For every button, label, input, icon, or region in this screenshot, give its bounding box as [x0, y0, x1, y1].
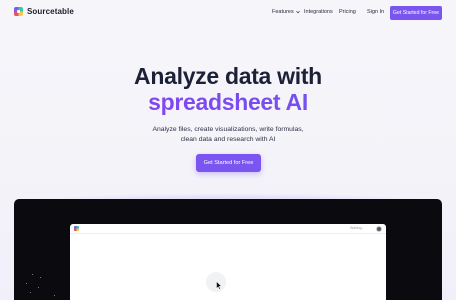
decor-dot	[26, 283, 27, 284]
nav-features[interactable]: Features	[272, 9, 300, 15]
app-toolbar: Waiting...	[70, 224, 386, 234]
site-header: Sourcetable Features Integrations Pricin…	[0, 0, 456, 27]
nav-pricing[interactable]: Pricing	[339, 9, 356, 15]
demo-preview: Waiting...	[14, 199, 442, 300]
hero-subtitle-line2: clean data and research with AI	[180, 136, 276, 143]
hero-subtitle-line1: Analyze files, create visualizations, wr…	[152, 126, 304, 133]
decor-dot	[40, 277, 41, 278]
chevron-down-icon	[295, 10, 300, 14]
decor-dot	[38, 287, 39, 288]
app-window: Waiting...	[70, 224, 386, 300]
hero-title-line2: spreadsheet AI	[0, 89, 456, 115]
sign-in-link[interactable]: Sign In	[367, 9, 384, 15]
header-get-started-button[interactable]: Get Started for Free	[390, 6, 442, 20]
hero-get-started-button[interactable]: Get Started for Free	[196, 154, 261, 172]
hero-subtitle: Analyze files, create visualizations, wr…	[0, 125, 456, 145]
decor-dot	[32, 274, 33, 275]
user-avatar-icon[interactable]	[376, 226, 382, 232]
nav-integrations[interactable]: Integrations	[304, 9, 333, 15]
decor-dot	[30, 292, 31, 293]
decor-dot	[54, 295, 55, 296]
brand-logo[interactable]: Sourcetable	[14, 7, 74, 16]
brand-name: Sourcetable	[27, 7, 74, 16]
sourcetable-logo-icon	[14, 7, 23, 16]
hero-title: Analyze data with spreadsheet AI	[0, 63, 456, 115]
app-status-text: Waiting...	[350, 226, 365, 230]
nav-features-label: Features	[272, 9, 294, 15]
hero-title-line1: Analyze data with	[134, 63, 322, 89]
mouse-pointer-icon	[216, 281, 222, 290]
sourcetable-logo-icon	[74, 226, 79, 231]
